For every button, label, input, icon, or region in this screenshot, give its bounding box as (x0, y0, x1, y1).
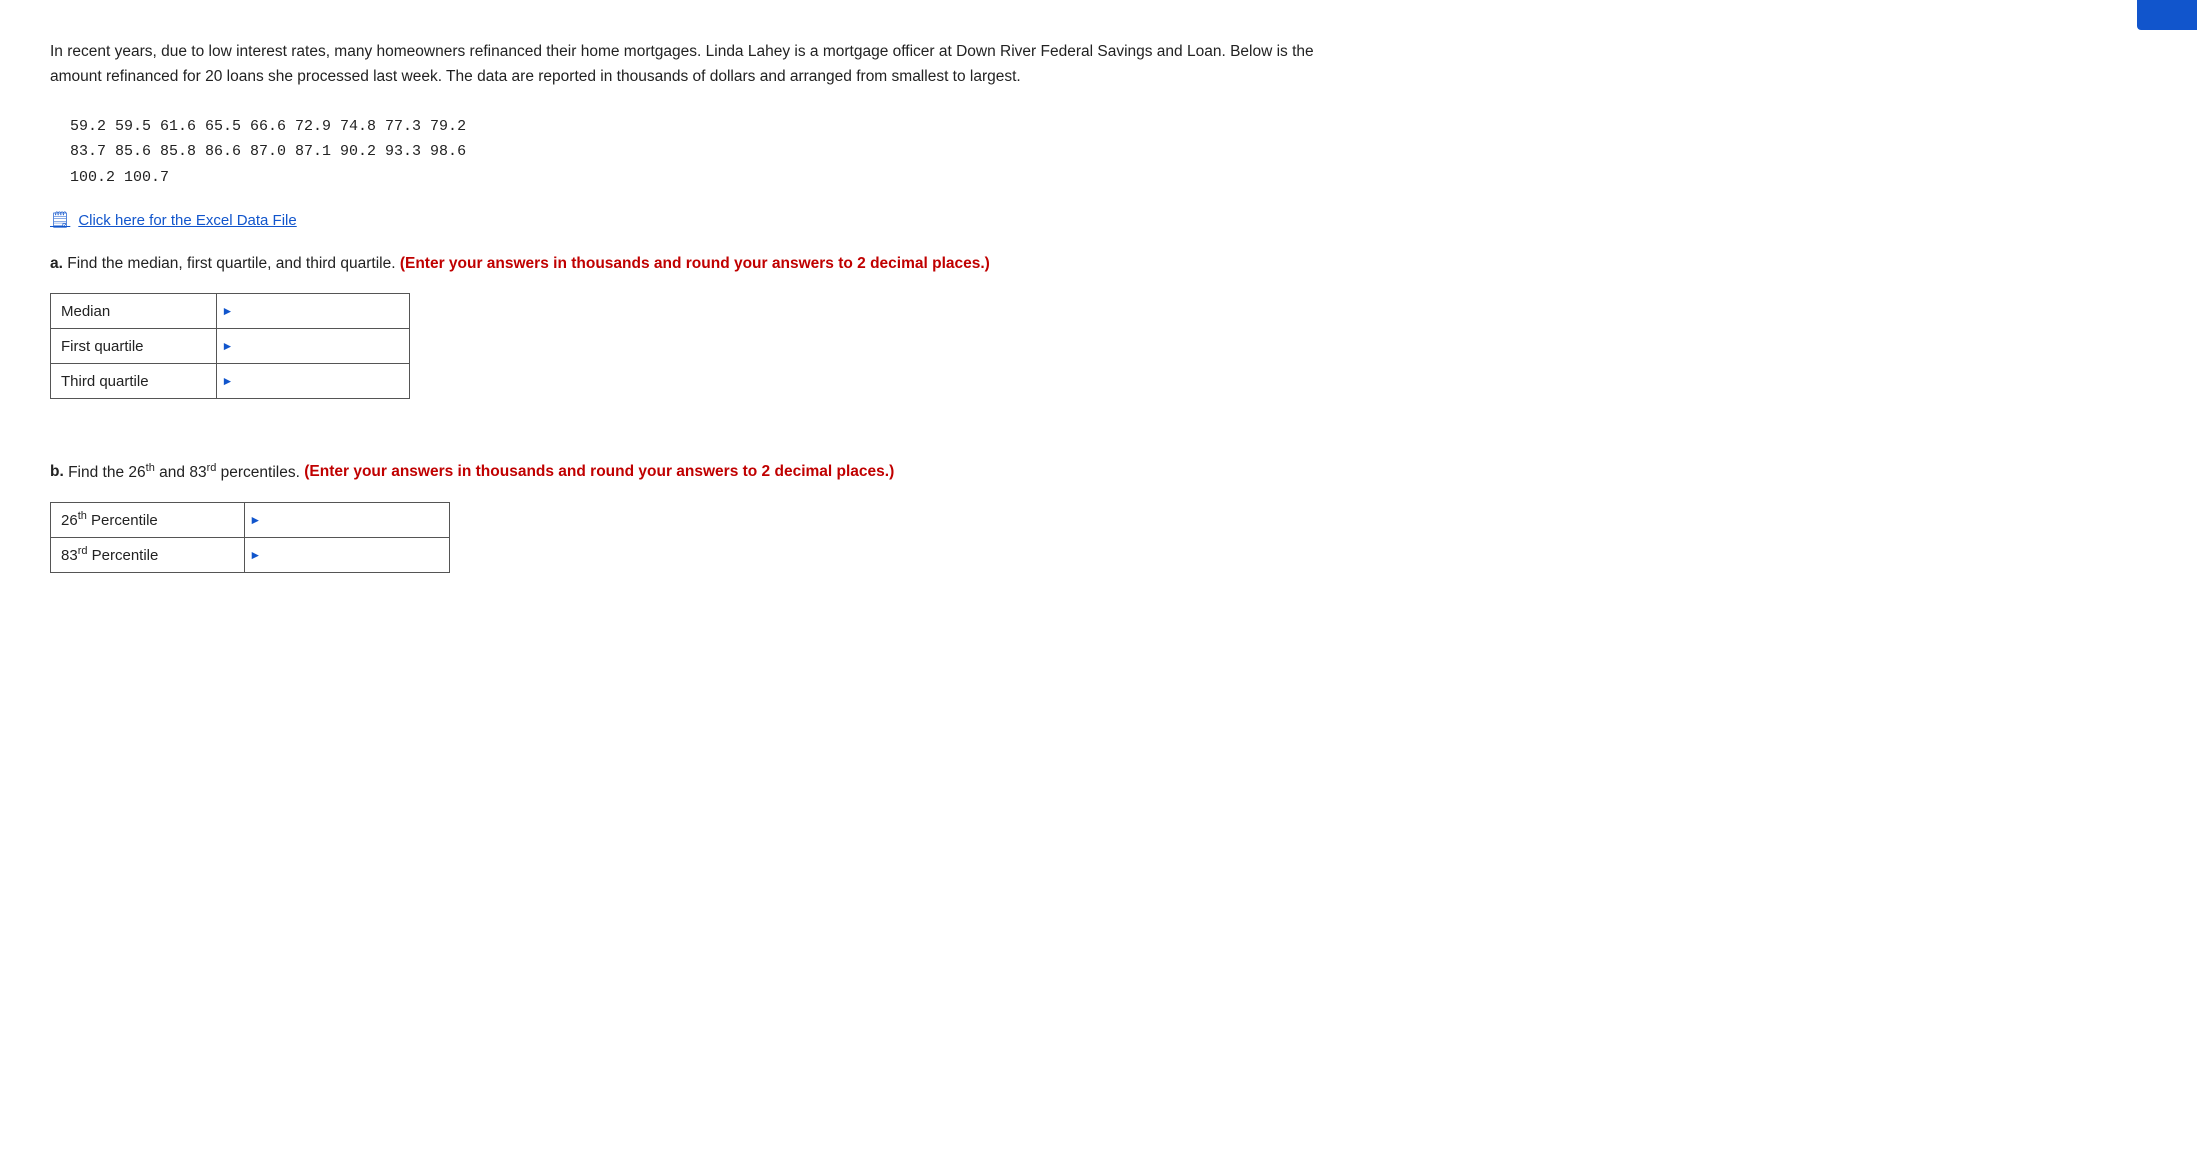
table-row: 83rd Percentile ► (51, 537, 450, 572)
data-values-block: 59.2 59.5 61.6 65.5 66.6 72.9 74.8 77.3 … (70, 114, 1350, 191)
question-b-text: Find the 26th and 83rd percentiles. (68, 464, 304, 481)
intro-paragraph: In recent years, due to low interest rat… (50, 40, 1350, 90)
median-arrow-icon: ► (217, 304, 237, 318)
table-row: 26th Percentile ► (51, 502, 450, 537)
question-a-letter: a. (50, 255, 63, 272)
median-input-cell[interactable]: ► (217, 294, 410, 329)
p83-input[interactable] (265, 538, 449, 572)
question-a-block: a. Find the median, first quartile, and … (50, 252, 1350, 399)
data-row-3: 100.2 100.7 (70, 165, 1350, 191)
question-a-label: a. Find the median, first quartile, and … (50, 252, 1350, 275)
question-a-instruction: (Enter your answers in thousands and rou… (400, 255, 990, 272)
top-bar-decoration (2137, 0, 2197, 30)
question-a-text: Find the median, first quartile, and thi… (67, 255, 400, 272)
p26-label: 26th Percentile (51, 502, 245, 537)
question-b-table: 26th Percentile ► 83rd Percentile ► (50, 502, 450, 573)
excel-link[interactable]: 🗒 Click here for the Excel Data File (50, 210, 1350, 230)
excel-icon: 🗒 (50, 210, 70, 230)
median-label: Median (51, 294, 217, 329)
p83-input-cell[interactable]: ► (245, 537, 450, 572)
question-b-instruction: (Enter your answers in thousands and rou… (304, 464, 894, 481)
p26-input[interactable] (265, 503, 449, 537)
first-quartile-input[interactable] (237, 329, 409, 363)
first-quartile-label: First quartile (51, 329, 217, 364)
data-row-2: 83.7 85.6 85.8 86.6 87.0 87.1 90.2 93.3 … (70, 139, 1350, 165)
question-b-block: b. Find the 26th and 83rd percentiles. (… (50, 459, 1350, 572)
excel-link-text[interactable]: Click here for the Excel Data File (78, 212, 296, 229)
p83-arrow-icon: ► (245, 548, 265, 562)
median-input[interactable] (237, 294, 409, 328)
third-quartile-input[interactable] (237, 364, 409, 398)
third-quartile-arrow-icon: ► (217, 374, 237, 388)
p26-arrow-icon: ► (245, 513, 265, 527)
table-row: Third quartile ► (51, 364, 410, 399)
question-b-label: b. Find the 26th and 83rd percentiles. (… (50, 459, 1350, 483)
question-b-letter: b. (50, 464, 64, 481)
p26-input-cell[interactable]: ► (245, 502, 450, 537)
first-quartile-input-cell[interactable]: ► (217, 329, 410, 364)
table-row: Median ► (51, 294, 410, 329)
p83-label: 83rd Percentile (51, 537, 245, 572)
third-quartile-input-cell[interactable]: ► (217, 364, 410, 399)
third-quartile-label: Third quartile (51, 364, 217, 399)
first-quartile-arrow-icon: ► (217, 339, 237, 353)
table-row: First quartile ► (51, 329, 410, 364)
question-a-table: Median ► First quartile ► (50, 293, 410, 399)
data-row-1: 59.2 59.5 61.6 65.5 66.6 72.9 74.8 77.3 … (70, 114, 1350, 140)
